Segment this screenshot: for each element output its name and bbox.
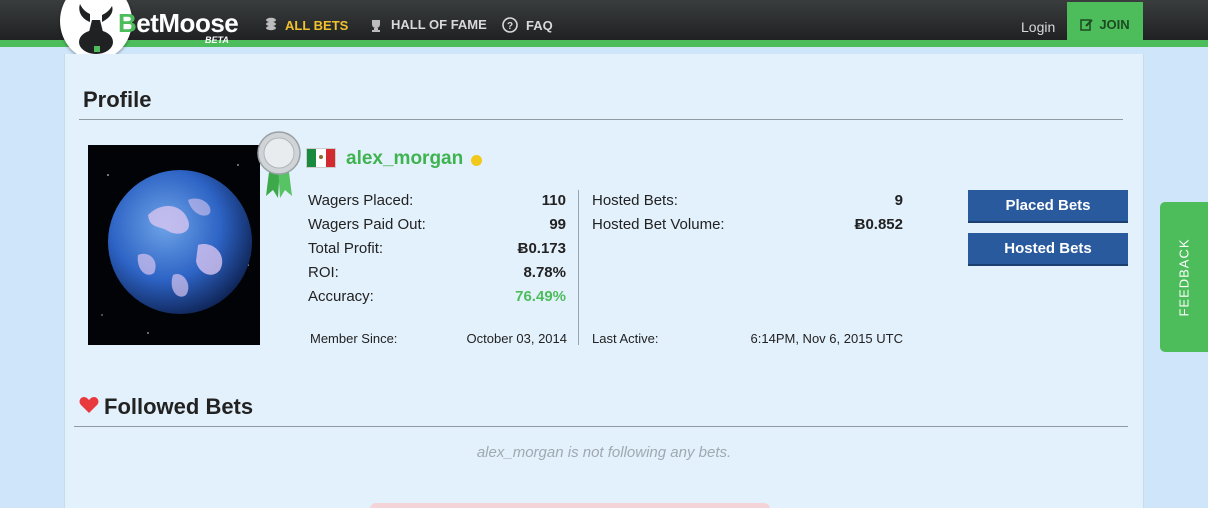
stat-label-wagers-placed: Wagers Placed:	[308, 192, 414, 209]
hosted-bets-button[interactable]: Hosted Bets	[968, 233, 1128, 266]
silver-medal-icon	[257, 131, 301, 198]
join-label: JOIN	[1099, 17, 1130, 32]
followed-divider	[74, 426, 1128, 427]
stat-value-wagers-paid-out: 99	[549, 216, 566, 233]
brand-name[interactable]: BetMoose	[118, 10, 239, 36]
nav-hall-of-fame-label: HALL OF FAME	[391, 17, 487, 32]
stat-value-hosted-bets: 9	[894, 192, 903, 209]
stat-value-hosted-bet-volume: Ƀ0.852	[854, 216, 903, 233]
stat-label-accuracy: Accuracy:	[308, 288, 374, 305]
stat-value-roi: 8.78%	[523, 264, 566, 281]
online-status-icon	[471, 155, 482, 166]
planet-avatar-image	[101, 164, 252, 334]
moose-logo-icon[interactable]	[70, 2, 122, 58]
login-link[interactable]: Login	[1021, 19, 1055, 35]
stat-label-total-profit: Total Profit:	[308, 240, 384, 257]
bottom-alert-strip	[370, 503, 770, 508]
mexico-flag-icon	[306, 148, 336, 168]
placed-bets-button[interactable]: Placed Bets	[968, 190, 1128, 223]
coins-icon	[266, 17, 276, 31]
nav-hall-of-fame[interactable]: HALL OF FAME	[369, 17, 487, 32]
stat-label-hosted-bets: Hosted Bets:	[592, 192, 678, 209]
avatar	[88, 145, 260, 345]
stat-label-wagers-paid-out: Wagers Paid Out:	[308, 216, 426, 233]
username: alex_morgan	[346, 148, 464, 169]
stat-value-wagers-placed: 110	[541, 192, 566, 209]
question-circle-icon: ?	[502, 17, 518, 33]
top-navbar: BetMoose BETA ALL BETS HALL OF FAME ? FA…	[0, 0, 1208, 60]
beta-label: BETA	[205, 35, 229, 45]
member-since-label: Member Since:	[310, 331, 398, 346]
profile-title: Profile	[83, 87, 152, 112]
svg-text:?: ?	[507, 21, 513, 32]
member-since-value: October 03, 2014	[466, 331, 567, 346]
last-active-label: Last Active:	[592, 331, 659, 346]
edit-icon	[1080, 19, 1094, 31]
stat-label-hosted-bet-volume: Hosted Bet Volume:	[592, 216, 725, 233]
stat-value-total-profit: Ƀ0.173	[517, 240, 566, 257]
stat-value-accuracy: 76.49%	[515, 288, 566, 305]
trophy-icon	[372, 19, 380, 32]
nav-all-bets[interactable]: ALL BETS	[265, 17, 348, 33]
nav-faq[interactable]: ? FAQ	[502, 17, 553, 33]
nav-all-bets-label: ALL BETS	[285, 17, 349, 33]
feedback-tab[interactable]: FEEDBACK	[1160, 202, 1208, 352]
last-active-value: 6:14PM, Nov 6, 2015 UTC	[750, 331, 903, 346]
followed-empty-message: alex_morgan is not following any bets.	[476, 444, 732, 461]
heart-icon	[79, 397, 99, 413]
join-button[interactable]: JOIN	[1067, 2, 1143, 47]
nav-faq-label: FAQ	[526, 17, 553, 33]
stats-divider	[578, 190, 579, 345]
stat-label-roi: ROI:	[308, 264, 339, 281]
followed-bets-title: Followed Bets	[104, 394, 254, 419]
profile-divider	[79, 119, 1123, 120]
feedback-label: FEEDBACK	[1176, 237, 1192, 317]
